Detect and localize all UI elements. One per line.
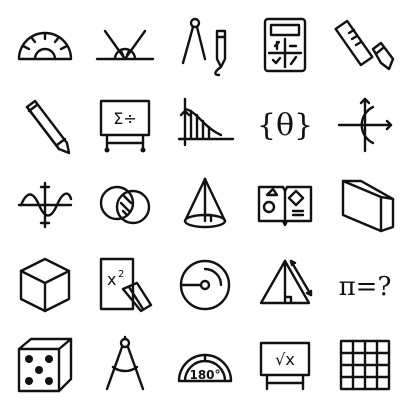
exponent-label: 2: [118, 269, 124, 280]
cone-icon: [173, 173, 237, 237]
angles-icon: [93, 13, 157, 77]
compass-pencil-icon: [173, 13, 237, 77]
pi-label: π=?: [339, 272, 392, 302]
x-label: x: [107, 270, 116, 289]
calculator-icon: [253, 13, 317, 77]
protractor-180-icon: 180°: [173, 333, 237, 397]
ruler-pencil-icon: [333, 13, 397, 77]
triangle-measure-icon: [253, 253, 317, 317]
protractor-icon: [13, 13, 77, 77]
math-icon-set: Σ÷ {θ} x 2 π=? 180° √x: [0, 0, 416, 416]
geometry-book-icon: [253, 173, 317, 237]
venn-diagram-icon: [93, 173, 157, 237]
area-under-curve-icon: [173, 93, 237, 157]
theta-set-icon: {θ}: [253, 93, 317, 157]
circle-radius-icon: [173, 253, 237, 317]
pencil-icon: [13, 93, 77, 157]
polar-graph-icon: [333, 93, 397, 157]
summation-label: Σ÷: [113, 109, 137, 128]
degree-label: 180°: [189, 368, 220, 382]
grid-table-icon: [333, 333, 397, 397]
cube-icon: [13, 253, 77, 317]
sqrt-label: √x: [275, 350, 295, 369]
summation-board-icon: Σ÷: [93, 93, 157, 157]
divider-compass-icon: [93, 333, 157, 397]
x-squared-document-icon: x 2: [93, 253, 157, 317]
sine-wave-icon: [13, 173, 77, 237]
prism-icon: [333, 173, 397, 237]
pi-question-icon: π=?: [333, 253, 397, 317]
square-root-board-icon: √x: [253, 333, 317, 397]
dice-icon: [13, 333, 77, 397]
theta-label: {θ}: [257, 108, 313, 143]
